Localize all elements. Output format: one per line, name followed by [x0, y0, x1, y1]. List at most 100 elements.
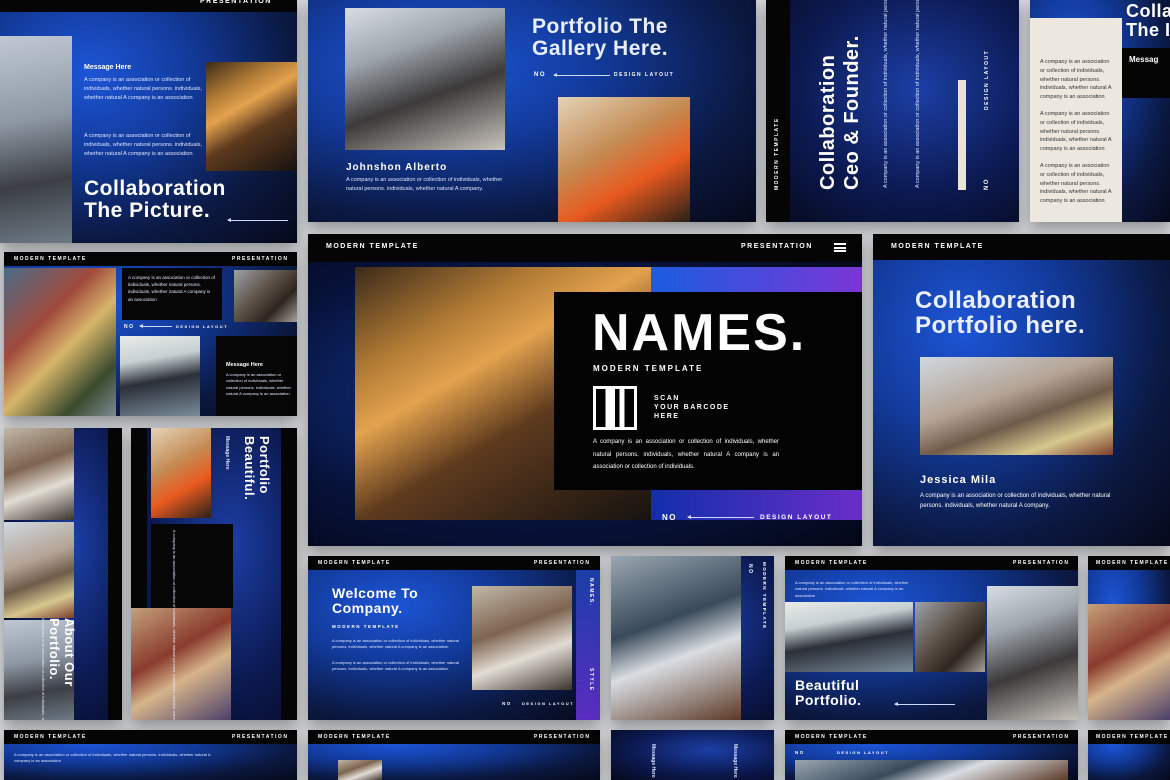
arrow-line	[227, 218, 288, 222]
no-label: NO	[795, 750, 805, 755]
side-bar	[108, 428, 122, 720]
top-photo	[151, 428, 211, 518]
slide-topbar: PRESENTATION	[0, 0, 297, 12]
topbar-modern: MODERN TEMPLATE	[318, 734, 391, 740]
slide-bottom-2[interactable]: MODERN TEMPLATE PRESENTATION	[308, 730, 600, 780]
design-layout-label: DESIGN LAYOUT	[176, 324, 229, 329]
person-name: Johnshon Alberto	[346, 162, 448, 173]
photo-2	[915, 602, 985, 672]
vertical-body: A company is an association or collectio…	[883, 0, 889, 188]
person-name: Jessica Mila	[920, 474, 997, 486]
slide-about-portfolio[interactable]: About Our Portfolio. A company is an ass…	[4, 428, 122, 720]
no-label: NO	[534, 72, 546, 78]
title-line-2: Portfolio here.	[915, 312, 1086, 340]
hero-subtitle: MODERN TEMPLATE	[593, 364, 704, 373]
vertical-body-2: A company is an association or collectio…	[915, 0, 921, 188]
panel-body-2: A company is an association or collectio…	[1040, 111, 1112, 153]
slide-title: Colla The I	[1126, 2, 1170, 40]
slide-portfolio-gallery[interactable]: Portfolio The Gallery Here. NO DESIGN LA…	[308, 0, 756, 222]
arrow-line	[894, 702, 955, 706]
title-line-1: Beautiful	[795, 677, 860, 693]
topbar-modern: MODERN TEMPLATE	[891, 243, 984, 250]
slide-partial-right[interactable]: MODERN TEMPLATE	[1088, 556, 1170, 720]
title-line-1: Collaboration	[817, 54, 839, 190]
slide-topbar: MODERN TEMPLATE	[1088, 730, 1170, 744]
body-text: A company is an association or collectio…	[795, 580, 909, 598]
vertical-message: Message Here	[224, 436, 230, 470]
slide-bottom-3[interactable]: Message Here Message Here	[611, 730, 774, 780]
no-label: NO	[124, 324, 135, 330]
body-text-2: A company is an association or collectio…	[332, 660, 459, 672]
slide-collaboration-portfolio[interactable]: MODERN TEMPLATE Collaboration Portfolio …	[873, 234, 1170, 546]
vertical-title: Collaboration Ceo & Founder.	[816, 35, 864, 190]
title-line-1: About Our	[62, 618, 77, 687]
person-desc: A company is an association or collectio…	[920, 493, 1111, 509]
arrow-line	[139, 324, 172, 328]
hero-slide-names[interactable]: MODERN TEMPLATE PRESENTATION NAMES. MODE…	[308, 234, 862, 546]
body-text: A company is an association or collectio…	[332, 638, 459, 650]
accent-bar	[958, 80, 966, 190]
title-line-2: The Picture.	[84, 199, 211, 223]
portrait-photo	[920, 357, 1113, 455]
arrow-line	[553, 73, 610, 77]
slide-gallery-grid[interactable]: MODERN TEMPLATE PRESENTATION A company i…	[4, 252, 297, 416]
photo-1	[785, 602, 913, 672]
title-line-1: Portfolio	[257, 436, 272, 494]
qr-code-icon[interactable]	[593, 386, 637, 430]
scan-line-2: YOUR BARCODE	[654, 403, 730, 411]
vertical-design-layout: DESIGN LAYOUT	[984, 49, 990, 110]
box-body: A company is an association or collectio…	[128, 275, 216, 302]
slide-welcome-company[interactable]: MODERN TEMPLATE PRESENTATION Welcome To …	[308, 556, 600, 720]
topbar-presentation: PRESENTATION	[200, 0, 272, 5]
title-line-2: Ceo & Founder.	[841, 35, 863, 190]
no-label: NO	[662, 513, 677, 522]
no-label: NO	[502, 701, 512, 706]
slide-title: Collaboration Portfolio here.	[915, 287, 1086, 340]
slide-beautiful-portfolio[interactable]: MODERN TEMPLATE PRESENTATION A company i…	[785, 556, 1078, 720]
slide-bottom-5[interactable]: MODERN TEMPLATE	[1088, 730, 1170, 780]
title-line-2: Portfolio.	[795, 691, 862, 708]
topbar-modern: MODERN TEMPLATE	[795, 560, 868, 566]
topbar-modern: MODERN TEMPLATE	[1096, 734, 1169, 740]
vertical-modern-template: MODERN TEMPLATE	[762, 562, 767, 630]
slide-collaboration-picture[interactable]: PRESENTATION Message Here A company is a…	[0, 0, 297, 243]
design-layout-label: DESIGN LAYOUT	[522, 701, 575, 706]
slide-vertical-photos[interactable]: MODERN TEMPLATE NO	[611, 556, 774, 720]
portrait-photo-2	[206, 62, 297, 171]
basketball-photo	[131, 608, 231, 720]
title-line-2: The I	[1126, 19, 1170, 40]
slide-topbar: MODERN TEMPLATE	[1088, 556, 1170, 570]
slide-title: Portfolio The Gallery Here.	[532, 15, 668, 60]
topbar-modern: MODERN TEMPLATE	[795, 734, 868, 740]
menu-icon[interactable]	[834, 243, 846, 252]
vertical-body: A company is an association or collectio…	[40, 618, 46, 720]
photo	[338, 760, 382, 780]
slide-portfolio-beautiful[interactable]: A company is an association or collectio…	[131, 428, 297, 720]
smile-photo	[4, 522, 74, 618]
vertical-names: NAMES.	[588, 578, 594, 607]
scan-text: SCAN YOUR BARCODE HERE	[654, 395, 730, 421]
topbar-modern: MODERN TEMPLATE	[14, 256, 87, 262]
slide-ceo-founder[interactable]: MODERN TEMPLATE Collaboration Ceo & Foun…	[766, 0, 1019, 222]
slide-topbar: MODERN TEMPLATE PRESENTATION	[785, 730, 1078, 744]
message-label: Messag	[1129, 55, 1159, 64]
person-desc: A company is an association or collectio…	[346, 177, 503, 192]
vertical-no: NO	[984, 178, 990, 190]
slide-title: Collaboration The Picture.	[84, 177, 226, 223]
scan-line-1: SCAN	[654, 395, 680, 402]
design-layout-label: DESIGN LAYOUT	[614, 72, 675, 78]
topbar-presentation: PRESENTATION	[232, 734, 289, 740]
title-line-1: Collaboration	[915, 287, 1077, 314]
portrait-photo	[472, 586, 572, 690]
gradient-strip	[648, 267, 862, 292]
street-photo	[4, 268, 116, 416]
slide-partial-top-right[interactable]: A company is an association or collectio…	[1030, 0, 1170, 222]
topbar-presentation: PRESENTATION	[232, 256, 289, 262]
topbar-modern: MODERN TEMPLATE	[326, 243, 419, 250]
vertical-body: A company is an association or collectio…	[171, 530, 177, 720]
title-line-1: Portfolio The	[532, 15, 668, 38]
title-line-2: Beautiful.	[242, 436, 258, 501]
slide-bottom-1[interactable]: MODERN TEMPLATE PRESENTATION A company i…	[4, 730, 297, 780]
slide-bottom-4[interactable]: MODERN TEMPLATE PRESENTATION NO DESIGN L…	[785, 730, 1078, 780]
slide-topbar: MODERN TEMPLATE PRESENTATION	[308, 730, 600, 744]
